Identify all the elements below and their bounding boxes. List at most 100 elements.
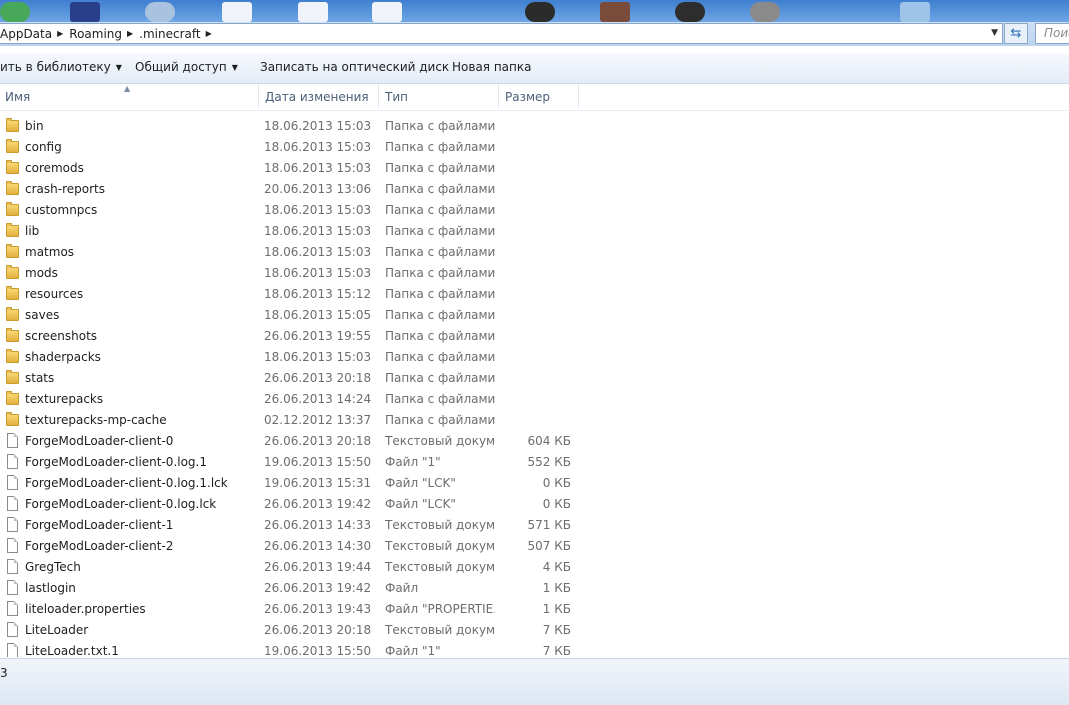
file-row[interactable]: config 18.06.2013 15:03 Папка с файлами bbox=[0, 136, 1069, 157]
file-row[interactable]: ForgeModLoader-client-0 26.06.2013 20:18 Т… bbox=[0, 430, 1069, 451]
folder-icon bbox=[6, 286, 20, 301]
desktop-icon bbox=[70, 2, 100, 22]
file-row[interactable]: coremods 18.06.2013 15:03 Папка с файлами bbox=[0, 157, 1069, 178]
column-header-date[interactable]: Дата изменения bbox=[265, 90, 369, 104]
file-row[interactable]: ForgeModLoader-client-0.log.1.lck 19.06.2… bbox=[0, 472, 1069, 493]
file-date: 18.06.2013 15:03 bbox=[264, 350, 372, 364]
file-date: 18.06.2013 15:03 bbox=[264, 161, 372, 175]
file-type: Файл "PROPERTIE... bbox=[385, 602, 495, 616]
address-dropdown-icon[interactable]: ▼ bbox=[991, 28, 998, 38]
folder-icon bbox=[6, 349, 20, 364]
file-row[interactable]: LiteLoader 26.06.2013 20:18 Текстовый доку… bbox=[0, 619, 1069, 640]
file-icon bbox=[6, 475, 20, 490]
column-divider[interactable] bbox=[578, 84, 579, 108]
command-toolbar: ить в библиотеку ▼ Общий доступ ▼ Записать… bbox=[0, 53, 1069, 84]
file-row[interactable]: shaderpacks 18.06.2013 15:03 Папка с файла… bbox=[0, 346, 1069, 367]
new-folder-button[interactable]: Новая папка bbox=[452, 60, 531, 74]
file-type: Файл "LCK" bbox=[385, 476, 456, 490]
folder-icon bbox=[6, 391, 20, 406]
file-name: LiteLoader bbox=[25, 623, 89, 637]
status-bar: 3 bbox=[0, 658, 1069, 705]
file-type: Текстовый докум... bbox=[385, 518, 495, 532]
burn-disc-button[interactable]: Записать на оптический диск bbox=[260, 60, 449, 74]
breadcrumb-arrow-icon[interactable]: ▶ bbox=[206, 29, 218, 38]
column-divider[interactable] bbox=[258, 84, 259, 108]
file-date: 19.06.2013 15:31 bbox=[264, 476, 372, 490]
file-row[interactable]: ForgeModLoader-client-0.log.1 19.06.2013 … bbox=[0, 451, 1069, 472]
file-date: 18.06.2013 15:03 bbox=[264, 224, 372, 238]
file-type: Файл "LCK" bbox=[385, 497, 456, 511]
file-row[interactable]: ForgeModLoader-client-1 26.06.2013 14:33 Т… bbox=[0, 514, 1069, 535]
file-row[interactable]: resources 18.06.2013 15:12 Папка с файлами bbox=[0, 283, 1069, 304]
desktop-icon bbox=[298, 2, 328, 22]
desktop-icon bbox=[525, 2, 555, 22]
file-row[interactable]: texturepacks-mp-cache 02.12.2012 13:37 Пап… bbox=[0, 409, 1069, 430]
file-type: Папка с файлами bbox=[385, 266, 495, 280]
file-date: 20.06.2013 13:06 bbox=[264, 182, 372, 196]
file-type: Текстовый докум... bbox=[385, 623, 495, 637]
file-row[interactable]: screenshots 26.06.2013 19:55 Папка с файла… bbox=[0, 325, 1069, 346]
file-date: 26.06.2013 19:42 bbox=[264, 497, 372, 511]
file-type: Папка с файлами bbox=[385, 287, 495, 301]
file-row[interactable]: bin 18.06.2013 15:03 Папка с файлами bbox=[0, 115, 1069, 136]
file-row[interactable]: stats 26.06.2013 20:18 Папка с файлами bbox=[0, 367, 1069, 388]
share-label: Общий доступ bbox=[135, 60, 227, 74]
file-row[interactable]: GregTech 26.06.2013 19:44 Текстовый докум.… bbox=[0, 556, 1069, 577]
folder-icon bbox=[6, 412, 20, 427]
folder-icon bbox=[6, 118, 20, 133]
breadcrumb-appdata[interactable]: AppData bbox=[0, 27, 57, 41]
column-divider[interactable] bbox=[378, 84, 379, 108]
file-type: Папка с файлами bbox=[385, 182, 495, 196]
file-row[interactable]: matmos 18.06.2013 15:03 Папка с файлами bbox=[0, 241, 1069, 262]
folder-icon bbox=[6, 202, 20, 217]
add-to-library-button[interactable]: ить в библиотеку ▼ bbox=[0, 60, 122, 74]
column-divider[interactable] bbox=[498, 84, 499, 108]
refresh-button[interactable]: ⇆ bbox=[1004, 23, 1028, 44]
file-size: 552 КБ bbox=[527, 455, 571, 469]
file-size: 0 КБ bbox=[542, 497, 571, 511]
file-row[interactable]: lastlogin 26.06.2013 19:42 Файл 1 КБ bbox=[0, 577, 1069, 598]
folder-icon bbox=[6, 160, 20, 175]
file-size: 7 КБ bbox=[542, 644, 571, 657]
file-row[interactable]: mods 18.06.2013 15:03 Папка с файлами bbox=[0, 262, 1069, 283]
folder-icon bbox=[6, 244, 20, 259]
file-row[interactable]: saves 18.06.2013 15:05 Папка с файлами bbox=[0, 304, 1069, 325]
file-icon bbox=[6, 454, 20, 469]
search-input[interactable]: Поиск bbox=[1035, 23, 1069, 44]
file-row[interactable]: lib 18.06.2013 15:03 Папка с файлами bbox=[0, 220, 1069, 241]
file-row[interactable]: ForgeModLoader-client-0.log.lck 26.06.201… bbox=[0, 493, 1069, 514]
file-date: 18.06.2013 15:03 bbox=[264, 203, 372, 217]
breadcrumb-roaming[interactable]: Roaming bbox=[69, 27, 127, 41]
file-row[interactable]: crash-reports 20.06.2013 13:06 Папка с фай… bbox=[0, 178, 1069, 199]
file-date: 19.06.2013 15:50 bbox=[264, 455, 372, 469]
chevron-down-icon: ▼ bbox=[231, 63, 238, 72]
address-bar[interactable]: AppData ▶ Roaming ▶ .minecraft ▶ ▼ bbox=[0, 23, 1003, 44]
file-type: Файл bbox=[385, 581, 419, 595]
file-date: 18.06.2013 15:03 bbox=[264, 140, 372, 154]
file-name: stats bbox=[25, 371, 55, 385]
file-row[interactable]: LiteLoader.txt.1 19.06.2013 15:50 Файл "1"… bbox=[0, 640, 1069, 657]
breadcrumb-arrow-icon[interactable]: ▶ bbox=[127, 29, 139, 38]
file-row[interactable]: customnpcs 18.06.2013 15:03 Папка с файлам… bbox=[0, 199, 1069, 220]
breadcrumb-minecraft[interactable]: .minecraft bbox=[139, 27, 205, 41]
file-date: 26.06.2013 20:18 bbox=[264, 371, 372, 385]
file-row[interactable]: ForgeModLoader-client-2 26.06.2013 14:30 Т… bbox=[0, 535, 1069, 556]
address-bar-row: AppData ▶ Roaming ▶ .minecraft ▶ ▼ ⇆ Пои… bbox=[0, 22, 1069, 46]
file-name: saves bbox=[25, 308, 60, 322]
file-type: Папка с файлами bbox=[385, 329, 495, 343]
file-type: Текстовый докум... bbox=[385, 434, 495, 448]
file-type: Текстовый докум... bbox=[385, 560, 495, 574]
file-type: Папка с файлами bbox=[385, 371, 495, 385]
column-header-name[interactable]: Имя bbox=[5, 90, 30, 104]
folder-icon bbox=[6, 265, 20, 280]
share-button[interactable]: Общий доступ ▼ bbox=[135, 60, 238, 74]
file-name: ForgeModLoader-client-1 bbox=[25, 518, 174, 532]
breadcrumb-arrow-icon[interactable]: ▶ bbox=[57, 29, 69, 38]
file-row[interactable]: liteloader.properties 26.06.2013 19:43 Фай… bbox=[0, 598, 1069, 619]
file-row[interactable]: texturepacks 26.06.2013 14:24 Папка с файл… bbox=[0, 388, 1069, 409]
file-date: 26.06.2013 14:24 bbox=[264, 392, 372, 406]
file-type: Текстовый докум... bbox=[385, 539, 495, 553]
column-header-size[interactable]: Размер bbox=[505, 90, 550, 104]
folder-icon bbox=[6, 370, 20, 385]
column-header-type[interactable]: Тип bbox=[385, 90, 408, 104]
